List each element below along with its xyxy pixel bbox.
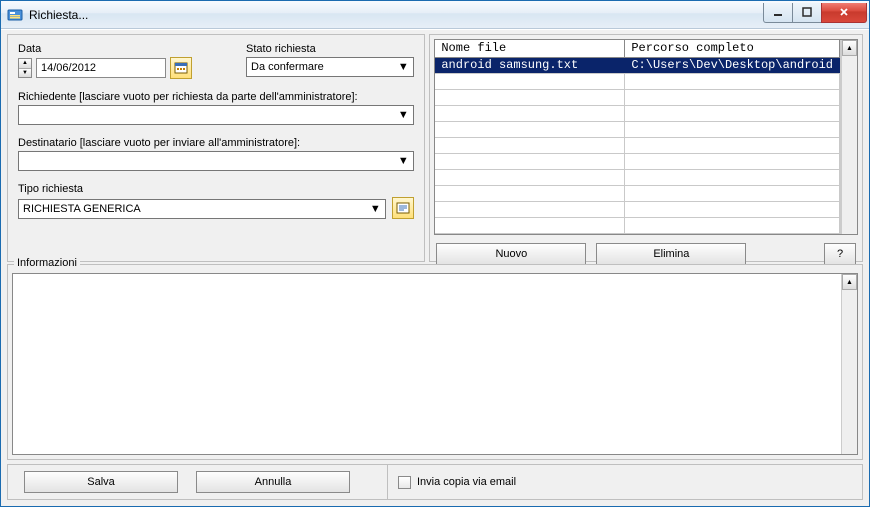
table-row[interactable] — [435, 122, 840, 138]
calendar-icon[interactable] — [170, 57, 192, 79]
cell-file — [435, 74, 625, 89]
cell-path — [625, 138, 840, 153]
cell-path — [625, 90, 840, 105]
maximize-button[interactable] — [792, 3, 822, 23]
file-table[interactable]: Nome file Percorso completo android sams… — [434, 39, 858, 235]
table-row[interactable] — [435, 90, 840, 106]
annulla-button[interactable]: Annulla — [196, 471, 350, 493]
stato-select[interactable]: Da confermare▼ — [246, 57, 414, 77]
window: Richiesta... Data ▲▼ — [0, 0, 870, 507]
date-spinner[interactable]: ▲▼ — [18, 58, 32, 78]
info-scrollbar[interactable]: ▲ — [841, 274, 857, 454]
salva-button[interactable]: Salva — [24, 471, 178, 493]
table-header: Nome file Percorso completo — [435, 40, 840, 58]
footer-bar: Salva Annulla Invia copia via email — [7, 464, 863, 500]
cell-path — [625, 122, 840, 137]
cell-file — [435, 122, 625, 137]
window-controls — [764, 3, 867, 23]
elimina-button[interactable]: Elimina — [596, 243, 746, 265]
table-row[interactable] — [435, 138, 840, 154]
app-icon — [7, 7, 23, 23]
richiedente-label: Richiedente [lasciare vuoto per richiest… — [18, 91, 414, 103]
table-row[interactable] — [435, 106, 840, 122]
window-title: Richiesta... — [29, 8, 88, 22]
cell-file — [435, 154, 625, 169]
data-input[interactable] — [36, 58, 166, 78]
cell-path — [625, 218, 840, 233]
cell-path — [625, 106, 840, 121]
stato-value: Da confermare — [251, 61, 324, 73]
titlebar: Richiesta... — [1, 1, 869, 29]
cell-file: android samsung.txt — [435, 58, 625, 73]
email-checkbox[interactable] — [398, 476, 411, 489]
help-button[interactable]: ? — [824, 243, 856, 265]
cell-path — [625, 154, 840, 169]
informazioni-textarea[interactable]: ▲ — [12, 273, 858, 455]
cell-file — [435, 170, 625, 185]
destinatario-label: Destinatario [lasciare vuoto per inviare… — [18, 137, 414, 149]
cell-path — [625, 74, 840, 89]
destinatario-select[interactable]: ▼ — [18, 151, 414, 171]
cell-path: C:\Users\Dev\Desktop\android — [625, 58, 840, 73]
table-scrollbar[interactable]: ▲ — [841, 40, 857, 234]
tipo-value: RICHIESTA GENERICA — [23, 203, 141, 215]
col-percorso[interactable]: Percorso completo — [625, 40, 840, 57]
form-panel: Data ▲▼ Stato richiesta Da confermare — [7, 34, 425, 262]
table-row[interactable] — [435, 154, 840, 170]
informazioni-legend: Informazioni — [14, 257, 80, 269]
minimize-button[interactable] — [763, 3, 793, 23]
cell-path — [625, 202, 840, 217]
cell-file — [435, 138, 625, 153]
cell-file — [435, 202, 625, 217]
cell-file — [435, 186, 625, 201]
cell-file — [435, 218, 625, 233]
stato-label: Stato richiesta — [246, 43, 414, 55]
table-row[interactable]: android samsung.txtC:\Users\Dev\Desktop\… — [435, 58, 840, 74]
tipo-lookup-icon[interactable] — [392, 197, 414, 219]
cell-path — [625, 186, 840, 201]
table-row[interactable] — [435, 202, 840, 218]
cell-file — [435, 90, 625, 105]
table-row[interactable] — [435, 186, 840, 202]
informazioni-group: Informazioni ▲ — [7, 264, 863, 460]
file-panel: Nome file Percorso completo android sams… — [429, 34, 863, 262]
col-nome-file[interactable]: Nome file — [435, 40, 625, 57]
cell-file — [435, 106, 625, 121]
cell-path — [625, 170, 840, 185]
data-label: Data — [18, 43, 228, 55]
table-row[interactable] — [435, 218, 840, 234]
table-row[interactable] — [435, 74, 840, 90]
close-button[interactable] — [821, 3, 867, 23]
tipo-select[interactable]: RICHIESTA GENERICA▼ — [18, 199, 386, 219]
client-area: Data ▲▼ Stato richiesta Da confermare — [1, 29, 869, 506]
table-row[interactable] — [435, 170, 840, 186]
richiedente-select[interactable]: ▼ — [18, 105, 414, 125]
nuovo-button[interactable]: Nuovo — [436, 243, 586, 265]
email-label: Invia copia via email — [417, 476, 516, 488]
tipo-label: Tipo richiesta — [18, 183, 414, 195]
